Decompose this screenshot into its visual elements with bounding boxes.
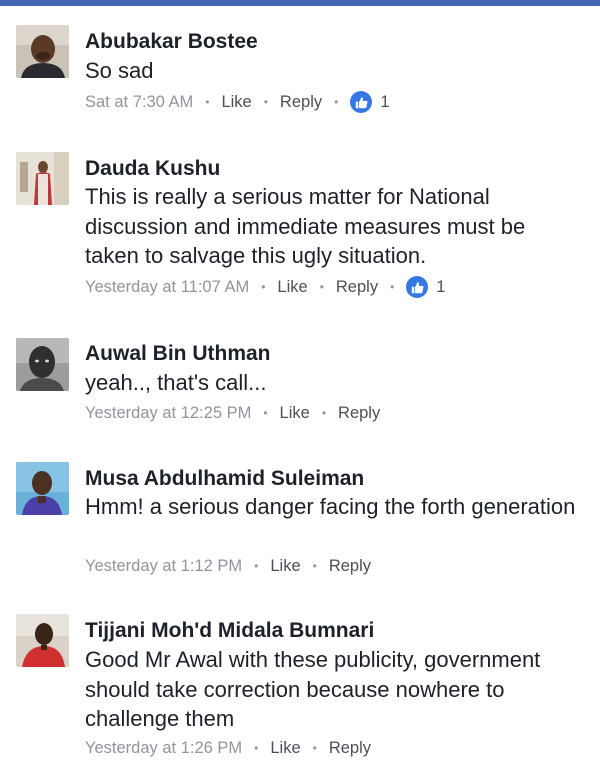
separator-dot: • — [254, 559, 259, 573]
comment-meta: Sat at 7:30 AM • Like • Reply • 1 — [85, 89, 390, 115]
avatar[interactable] — [16, 338, 69, 391]
like-button[interactable]: Like — [270, 739, 300, 758]
thumbs-up-icon — [350, 91, 373, 113]
like-button[interactable]: Like — [221, 93, 251, 112]
comment-timestamp[interactable]: Sat at 7:30 AM — [85, 93, 193, 112]
comment-meta: Yesterday at 1:12 PM • Like • Reply — [85, 553, 371, 579]
comment-text: So sad — [85, 58, 154, 83]
reply-button[interactable]: Reply — [280, 93, 322, 112]
avatar[interactable] — [16, 152, 69, 205]
separator-dot: • — [312, 559, 317, 573]
separator-dot: • — [261, 280, 266, 294]
separator-dot: • — [263, 95, 268, 109]
avatar[interactable] — [16, 25, 69, 78]
commenter-name[interactable]: Auwal Bin Uthman — [85, 340, 271, 368]
reaction-summary[interactable]: 1 — [406, 276, 445, 298]
thumbs-up-icon — [406, 276, 429, 298]
comment-text: Hmm! a serious danger facing the forth g… — [85, 494, 576, 519]
reply-button[interactable]: Reply — [338, 404, 380, 423]
comment-timestamp[interactable]: Yesterday at 12:25 PM — [85, 404, 251, 423]
avatar[interactable] — [16, 462, 69, 515]
reply-button[interactable]: Reply — [329, 739, 371, 758]
separator-dot: • — [334, 95, 339, 109]
top-accent-bar — [0, 0, 600, 6]
comment-meta: Yesterday at 12:25 PM • Like • Reply — [85, 400, 380, 426]
separator-dot: • — [321, 406, 327, 420]
reaction-count: 1 — [380, 92, 390, 111]
commenter-name[interactable]: Abubakar Bostee — [85, 28, 258, 56]
comment-meta: Yesterday at 11:07 AM • Like • Reply • 1 — [85, 274, 445, 300]
comment-meta: Yesterday at 1:26 PM • Like • Reply — [85, 735, 371, 761]
comment-text: yeah.., that's call... — [85, 370, 267, 395]
reaction-summary[interactable]: 1 — [350, 91, 390, 113]
like-button[interactable]: Like — [270, 557, 300, 576]
separator-dot: • — [254, 741, 259, 755]
separator-dot: • — [319, 280, 324, 294]
separator-dot: • — [312, 741, 317, 755]
avatar[interactable] — [16, 614, 69, 667]
reply-button[interactable]: Reply — [329, 557, 371, 576]
separator-dot: • — [263, 406, 268, 420]
comment-timestamp[interactable]: Yesterday at 1:12 PM — [85, 557, 242, 576]
separator-dot: • — [205, 95, 210, 109]
commenter-name[interactable]: Tijjani Moh'd Midala Bumnari — [85, 617, 374, 645]
comment-text: Good Mr Awal with these publicity, gover… — [85, 647, 541, 731]
commenter-name[interactable]: Musa Abdulhamid Suleiman — [85, 465, 364, 493]
reaction-count: 1 — [436, 277, 446, 296]
separator-dot: • — [390, 280, 395, 294]
comment-timestamp[interactable]: Yesterday at 1:26 PM — [85, 739, 242, 758]
comment-timestamp[interactable]: Yesterday at 11:07 AM — [85, 278, 249, 297]
reply-button[interactable]: Reply — [336, 278, 378, 297]
like-button[interactable]: Like — [277, 278, 307, 297]
commenter-name[interactable]: Dauda Kushu — [85, 155, 220, 183]
comment-text: This is really a serious matter for Nati… — [85, 184, 526, 268]
like-button[interactable]: Like — [280, 404, 310, 423]
